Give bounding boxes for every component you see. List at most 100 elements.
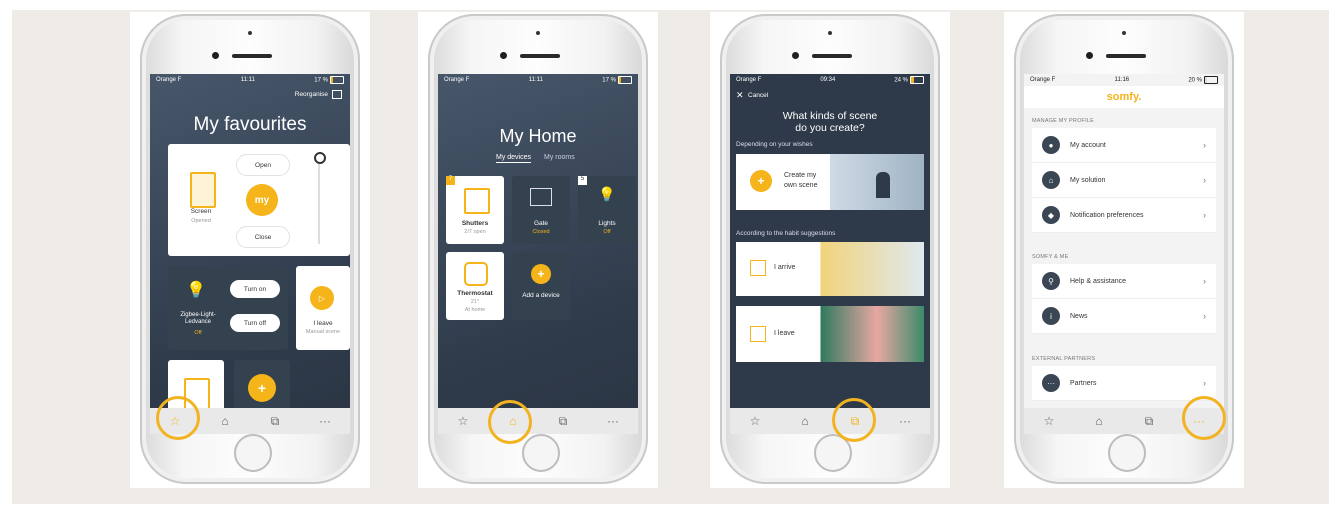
carrier: Orange F	[444, 77, 470, 83]
reorganise-link[interactable]: Reorganise	[295, 91, 328, 98]
bottom-nav: ☆ ⌂ ⧉ ···	[730, 408, 930, 434]
more-tab-icon[interactable]: ···	[895, 414, 915, 428]
i-leave-card[interactable]: I leave	[736, 306, 924, 362]
title-line-2: do you create?	[795, 122, 865, 134]
battery: 24 %	[894, 76, 924, 84]
close-icon[interactable]: ✕	[736, 90, 744, 101]
battery: 17 %	[602, 76, 632, 84]
device-name: Gate	[533, 220, 549, 227]
clock: 11:11	[240, 77, 255, 83]
home-tab-icon[interactable]: ⌂	[1089, 414, 1109, 428]
create-line-2: own scene	[784, 182, 818, 189]
menu-label: My account	[1070, 141, 1106, 149]
thermostat-icon	[464, 262, 488, 286]
house-icon	[750, 326, 766, 342]
menu-item-my-account[interactable]: ● My account ›	[1032, 128, 1216, 163]
status-bar: Orange F 11:16 20 %	[1024, 74, 1224, 86]
phone-frame: Orange F 09:34 24 % ✕ Cancel What kinds …	[720, 14, 940, 484]
device-name: Thermostat	[457, 290, 493, 297]
device-card-thermostat[interactable]: Thermostat 21° At home	[446, 252, 504, 320]
clock: 11:11	[528, 77, 543, 83]
device-card-gate[interactable]: Gate Closed	[512, 176, 570, 244]
device-card-shutters[interactable]: 7 Shutters 2/7 open	[446, 176, 504, 244]
slider-handle[interactable]	[314, 152, 326, 164]
section-label: Depending on your wishes	[736, 141, 813, 148]
screen-device-card[interactable]: Screen Opened Open my Close	[168, 144, 350, 256]
home-button[interactable]	[522, 434, 560, 472]
phone-frame: Orange F 11:11 17 % My Home My devices M…	[428, 14, 648, 484]
section-header: MANAGE MY PROFILE	[1032, 118, 1094, 124]
scenes-tab-icon[interactable]: ⧉	[1139, 414, 1159, 429]
highlight-circle	[832, 398, 876, 442]
device-card-lights[interactable]: 5 💡 Lights Off	[578, 176, 636, 244]
menu-item-news[interactable]: i News ›	[1032, 299, 1216, 334]
favourites-tab-icon[interactable]: ☆	[1039, 414, 1059, 428]
cancel-link[interactable]: Cancel	[748, 92, 768, 99]
phone-more: Orange F 11:16 20 % somfy. MANAGE MY PRO…	[1004, 12, 1244, 488]
bottom-nav: ☆ ⌂ ⧉ ···	[438, 408, 638, 434]
clock: 11:16	[1114, 77, 1130, 83]
scenes-tab-icon[interactable]: ⧉	[265, 414, 285, 429]
tab-my-devices[interactable]: My devices	[496, 154, 532, 163]
home-button[interactable]	[234, 434, 272, 472]
menu-item-help[interactable]: ⚲ Help & assistance ›	[1032, 264, 1216, 299]
status-bar: Orange F 11:11 17 %	[438, 74, 638, 86]
menu-item-my-solution[interactable]: ⌂ My solution ›	[1032, 163, 1216, 198]
phone-favourites: Orange F 11:11 17 % Reorganise My favour…	[130, 12, 370, 488]
section-header: SOMFY & ME	[1032, 254, 1069, 260]
add-icon[interactable]: +	[248, 374, 276, 402]
home-tab-icon[interactable]: ⌂	[795, 414, 815, 428]
device-state: Off	[194, 330, 202, 336]
slider-track[interactable]	[318, 164, 320, 244]
scene-name: I leave	[313, 320, 333, 327]
scene-card[interactable]: ▷ I leave Manual scene	[296, 266, 350, 350]
more-icon: ···	[1042, 374, 1060, 392]
carrier: Orange F	[156, 77, 182, 83]
camera	[1086, 52, 1093, 59]
menu-label: Partners	[1070, 379, 1097, 387]
page-title: My favourites	[193, 114, 307, 135]
chevron-right-icon: ›	[1203, 311, 1206, 321]
status-bar: Orange F 09:34 24 %	[730, 74, 930, 86]
speaker	[812, 54, 852, 58]
turn-off-button[interactable]: Turn off	[230, 314, 280, 332]
screen-scenes: Orange F 09:34 24 % ✕ Cancel What kinds …	[730, 74, 930, 434]
highlight-circle	[488, 400, 532, 444]
front-sensor	[828, 31, 832, 35]
create-scene-card[interactable]: + Create my own scene	[736, 154, 924, 210]
home-tab-icon[interactable]: ⌂	[215, 414, 235, 428]
create-line-1: Create my	[784, 172, 817, 179]
favourites-tab-icon[interactable]: ☆	[453, 414, 473, 428]
scenes-tab-icon[interactable]: ⧉	[553, 414, 573, 429]
illustration-figure	[876, 172, 890, 198]
info-icon: i	[1042, 307, 1060, 325]
device-name: Screen	[190, 208, 212, 215]
add-icon[interactable]: +	[531, 264, 551, 284]
title-line-1: What kinds of scene	[782, 110, 878, 122]
add-device-card[interactable]: + Add a device	[512, 252, 570, 320]
open-button[interactable]: Open	[236, 154, 290, 176]
tab-my-rooms[interactable]: My rooms	[544, 154, 575, 161]
menu-item-notifications[interactable]: ◆ Notification preferences ›	[1032, 198, 1216, 233]
highlight-circle	[1182, 396, 1226, 440]
scene-sub: Manual scene	[305, 329, 341, 335]
home-icon: ⌂	[1042, 171, 1060, 189]
reorganise-icon[interactable]	[332, 90, 342, 99]
favourites-tab-icon[interactable]: ☆	[745, 414, 765, 428]
speaker	[1106, 54, 1146, 58]
section-label: According to the habit suggestions	[736, 230, 836, 237]
light-device-card[interactable]: 💡 Zigbee-Light-Ledvance Off Turn on Turn…	[168, 266, 288, 350]
device-state: Opened	[191, 218, 211, 224]
i-arrive-card[interactable]: I arrive	[736, 242, 924, 296]
home-button[interactable]	[1108, 434, 1146, 472]
menu-item-partners[interactable]: ··· Partners ›	[1032, 366, 1216, 401]
turn-on-button[interactable]: Turn on	[230, 280, 280, 298]
add-icon[interactable]: +	[750, 170, 772, 192]
bulb-icon: 💡	[598, 186, 616, 202]
close-button[interactable]: Close	[236, 226, 290, 248]
more-tab-icon[interactable]: ···	[315, 414, 335, 428]
chevron-right-icon: ›	[1203, 276, 1206, 286]
more-tab-icon[interactable]: ···	[603, 414, 623, 428]
play-icon[interactable]: ▷	[310, 286, 334, 310]
my-button[interactable]: my	[246, 184, 278, 216]
